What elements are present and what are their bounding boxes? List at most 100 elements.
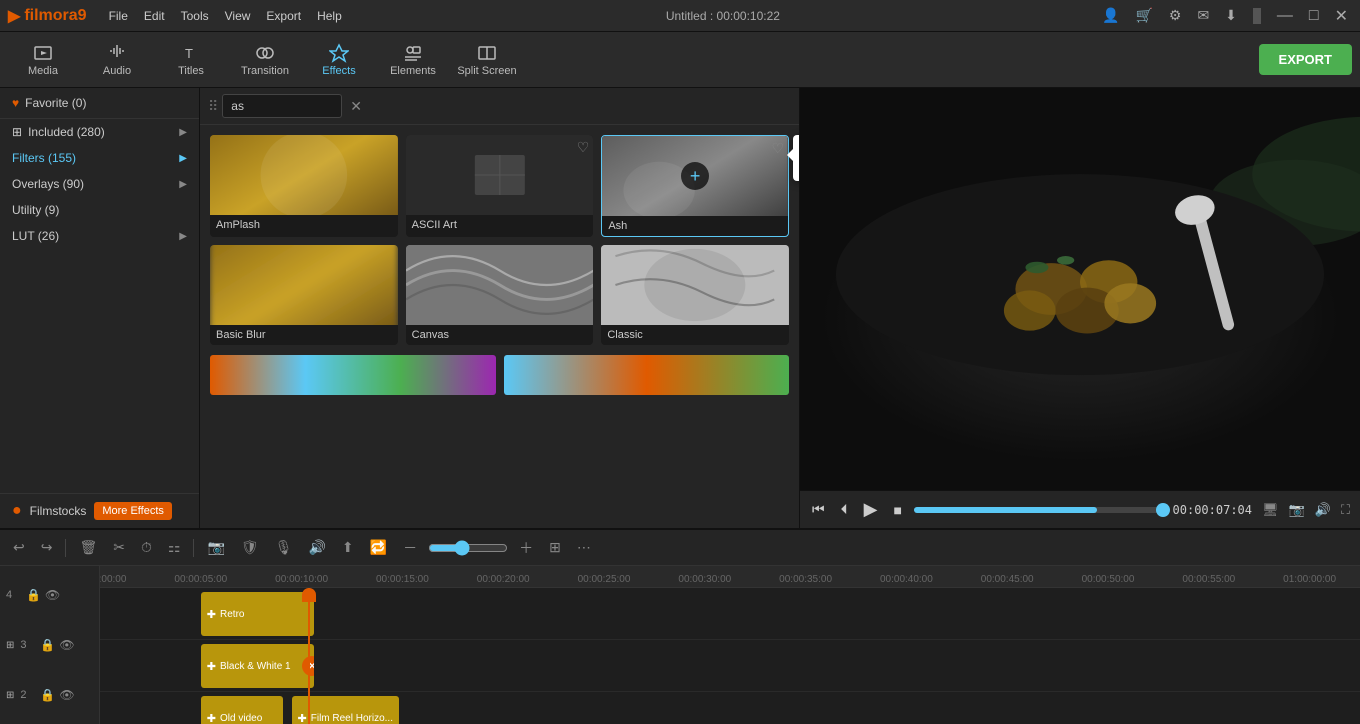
menu-edit[interactable]: Edit <box>138 7 171 25</box>
ash-add-icon[interactable]: + <box>681 162 709 190</box>
toolbar-split-screen[interactable]: Split Screen <box>452 35 522 85</box>
effects-search-input[interactable] <box>222 94 342 118</box>
svg-text:T: T <box>185 46 193 61</box>
menu-file[interactable]: File <box>103 7 134 25</box>
clip-retro[interactable]: ✚ Retro <box>201 592 314 636</box>
timeline-ruler[interactable]: 00:00:00:00 00:00:05:00 00:00:10:00 00:0… <box>100 566 1360 588</box>
search-clear-button[interactable]: ✕ <box>346 98 366 115</box>
play-button[interactable]: ▶ <box>860 497 882 522</box>
track-4-eye[interactable]: 👁 <box>45 588 60 602</box>
category-included[interactable]: ⊞ Included (280) ▶ <box>0 119 199 145</box>
ruler-mark-25: 00:00:25:00 <box>578 574 631 585</box>
track-2-lock[interactable]: 🔒 <box>40 688 55 702</box>
minimize-button[interactable]: — <box>1273 5 1297 27</box>
zoom-slider[interactable] <box>428 540 508 556</box>
toolbar: Media Audio T Titles Transition Effects … <box>0 32 1360 88</box>
toolbar-effects[interactable]: Effects <box>304 35 374 85</box>
effect-card-ascii[interactable]: ♡ ASCII Art <box>406 135 594 237</box>
favorite-label: Favorite (0) <box>25 96 86 110</box>
settings-button[interactable]: ⚏ <box>163 537 186 558</box>
cart-icon[interactable]: 🛒 <box>1131 5 1156 26</box>
more-options-button[interactable]: ⋯ <box>572 537 596 558</box>
progress-bar-fill <box>914 507 1097 513</box>
progress-bar[interactable] <box>914 507 1165 513</box>
user-icon[interactable]: 👤 <box>1098 5 1123 26</box>
timeline-cursor[interactable] <box>308 588 310 724</box>
toolbar-audio[interactable]: Audio <box>82 35 152 85</box>
volume-icon[interactable]: 🔊 <box>1313 500 1333 520</box>
plus-zoom[interactable]: ＋ <box>514 536 538 560</box>
effects-search: ⠿ ✕ <box>200 88 799 125</box>
time-button[interactable]: ⏱ <box>136 537 157 558</box>
transition-label: Transition <box>241 65 289 77</box>
timeline-tracks-content: ✚ Retro ✚ Black & White 1 ✕ ✚ <box>100 588 1360 724</box>
export-button[interactable]: EXPORT <box>1259 44 1352 75</box>
ruler-mark-45: 00:00:45:00 <box>981 574 1034 585</box>
clip-black-white[interactable]: ✚ Black & White 1 ✕ <box>201 644 314 688</box>
menu-view[interactable]: View <box>219 7 257 25</box>
effect-card-amplash[interactable]: AmPlash <box>210 135 398 237</box>
step-back-button[interactable]: ⏴ <box>837 499 852 520</box>
close-button[interactable]: ✕ <box>1331 4 1352 28</box>
track-num-4: 4 <box>6 589 22 601</box>
ash-heart-icon[interactable]: ♡ <box>771 140 784 157</box>
monitor-icon[interactable]: 🖥 <box>1260 500 1281 520</box>
toolbar-titles[interactable]: T Titles <box>156 35 226 85</box>
favorite-row[interactable]: ♥ Favorite (0) <box>0 88 199 119</box>
clip-fr-label: Film Reel Horizo... <box>311 713 393 724</box>
divider <box>1253 8 1261 24</box>
category-utility[interactable]: Utility (9) <box>0 197 199 223</box>
classic-name: Classic <box>601 325 789 345</box>
timeline-tracks: 4 🔒 👁 ⊞ 3 🔒 👁 ⊞ 2 🔒 👁 00:00:00:00 00:0 <box>0 566 1360 724</box>
category-lut[interactable]: LUT (26) ▶ <box>0 223 199 249</box>
undo-button[interactable]: ↩ <box>8 537 30 558</box>
divider-1 <box>65 539 66 557</box>
import-button[interactable]: ⬆ <box>337 537 359 558</box>
category-overlays[interactable]: Overlays (90) ▶ <box>0 171 199 197</box>
settings-icon[interactable]: ⚙ <box>1165 5 1186 26</box>
menu-help[interactable]: Help <box>311 7 348 25</box>
menu-tools[interactable]: Tools <box>175 7 215 25</box>
more-effects-button[interactable]: More Effects <box>94 502 172 520</box>
skip-back-button[interactable]: ⏮ <box>808 499 829 520</box>
filters-label: Filters (155) <box>12 151 76 165</box>
menu-bar: File Edit Tools View Export Help <box>103 7 348 25</box>
fullscreen-icon[interactable]: ⛶ <box>1339 500 1352 520</box>
category-filters[interactable]: Filters (155) ▶ <box>0 145 199 171</box>
toolbar-transition[interactable]: Transition <box>230 35 300 85</box>
maximize-button[interactable]: □ <box>1305 5 1323 27</box>
track-2-eye[interactable]: 👁 <box>59 688 74 702</box>
effect-card-basic-blur[interactable]: Basic Blur <box>210 245 398 345</box>
amplash-thumb <box>210 135 398 215</box>
track-4-lock[interactable]: 🔒 <box>26 588 41 602</box>
progress-handle[interactable] <box>1156 503 1170 517</box>
snapshot-icon[interactable]: 📷 <box>1287 500 1307 520</box>
minus-zoom[interactable]: － <box>398 536 422 560</box>
ascii-heart-icon[interactable]: ♡ <box>577 139 590 156</box>
toolbar-elements[interactable]: Elements <box>378 35 448 85</box>
stop-button[interactable]: ■ <box>889 500 905 520</box>
ruler-mark-10: 00:00:10:00 <box>275 574 328 585</box>
clip-old-video[interactable]: ✚ Old video <box>201 696 283 724</box>
mic-button[interactable]: 🎙 <box>270 537 298 558</box>
track-3-eye[interactable]: 👁 <box>59 638 74 652</box>
track-3-lock[interactable]: 🔒 <box>40 638 55 652</box>
ruler-mark-0: 00:00:00:00 <box>100 574 126 585</box>
ruler-mark-5: 00:00:05:00 <box>174 574 227 585</box>
delete-button[interactable]: 🗑 <box>74 537 102 558</box>
divider-2 <box>193 539 194 557</box>
redo-button[interactable]: ↪ <box>36 537 58 558</box>
effect-card-ash[interactable]: ♡ + Ash <box>601 135 789 237</box>
voice-button[interactable]: 🔊 <box>303 537 330 558</box>
mail-icon[interactable]: ✉ <box>1193 5 1213 26</box>
camera-button[interactable]: 📷 <box>202 537 229 558</box>
shield-button[interactable]: 🛡 <box>236 537 264 558</box>
effect-card-classic[interactable]: Classic <box>601 245 789 345</box>
download-icon[interactable]: ⬇ <box>1221 5 1241 26</box>
loop-button[interactable]: 🔁 <box>365 537 392 558</box>
menu-export[interactable]: Export <box>260 7 307 25</box>
cut-button[interactable]: ✂ <box>108 537 130 558</box>
effect-card-canvas[interactable]: Canvas <box>406 245 594 345</box>
toolbar-media[interactable]: Media <box>8 35 78 85</box>
track-layout-button[interactable]: ⊞ <box>544 537 566 558</box>
